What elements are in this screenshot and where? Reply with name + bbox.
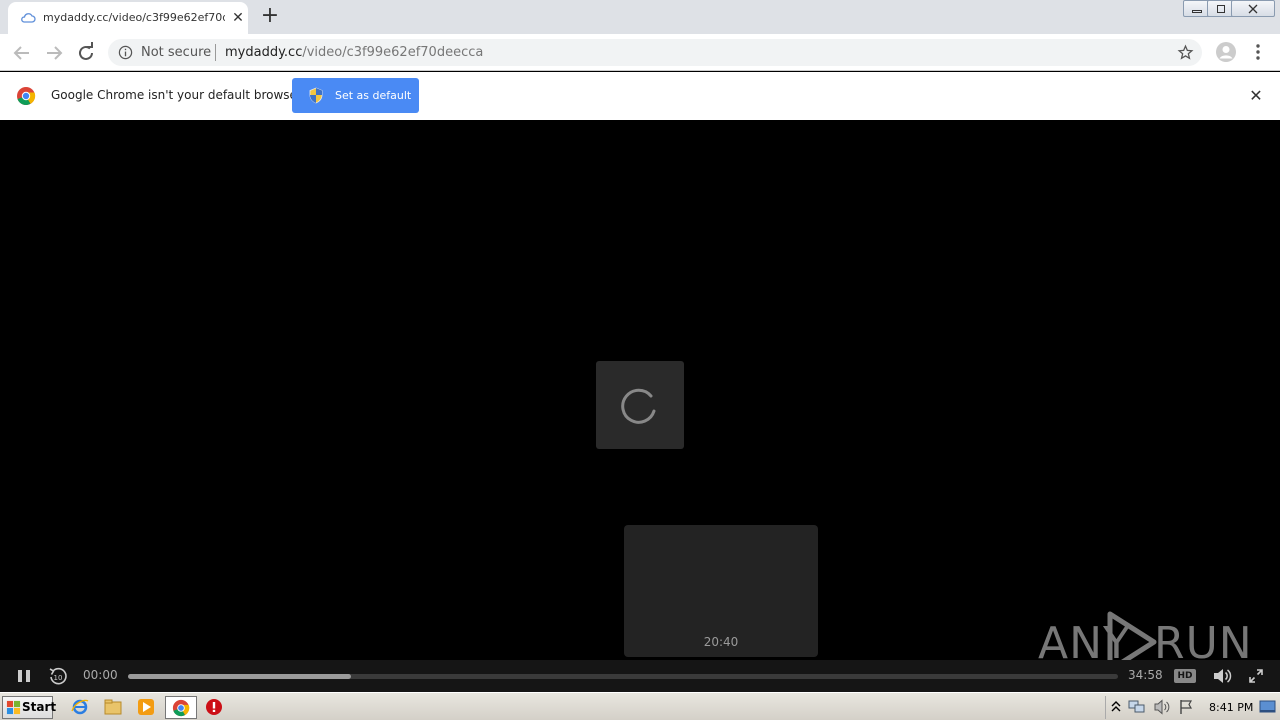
start-label: Start: [22, 700, 57, 714]
seek-bar[interactable]: [128, 674, 1118, 679]
windows-logo-icon: [6, 700, 21, 715]
action-center-flag-icon[interactable]: [1178, 699, 1194, 715]
tab-close-button[interactable]: ✕: [230, 10, 246, 26]
forward-arrow-icon[interactable]: [42, 41, 66, 65]
current-time: 00:00: [83, 668, 118, 682]
tab-title: mydaddy.cc/video/c3f99e62ef70deecca: [43, 11, 225, 24]
network-icon[interactable]: [1128, 699, 1146, 715]
chrome-logo-icon: [17, 87, 36, 106]
seek-preview-thumbnail: 20:40: [624, 525, 818, 657]
info-icon[interactable]: [118, 45, 133, 60]
spinner-icon: [621, 388, 656, 424]
security-status[interactable]: Not secure: [141, 45, 211, 60]
menu-dots-icon[interactable]: [1250, 42, 1266, 62]
svg-text:10: 10: [54, 674, 63, 682]
opera-icon[interactable]: [205, 698, 223, 716]
infobar-message: Google Chrome isn't your default browser: [51, 88, 302, 102]
set-as-default-label: Set as default: [335, 89, 412, 102]
speaker-icon[interactable]: [1153, 699, 1171, 715]
system-tray: [1105, 696, 1280, 719]
pause-icon[interactable]: [16, 669, 32, 683]
internet-explorer-icon[interactable]: [71, 698, 89, 716]
bookmark-star-icon[interactable]: [1177, 44, 1194, 61]
browser-toolbar: Not secure mydaddy.cc/video/c3f99e62ef70…: [0, 34, 1280, 71]
loading-spinner: [596, 361, 684, 449]
video-player[interactable]: 20:40 ANY RUN: [0, 120, 1280, 673]
rewind-10-icon[interactable]: 10: [48, 666, 68, 686]
start-button[interactable]: Start: [2, 696, 57, 719]
explorer-icon[interactable]: [104, 698, 122, 716]
tab-strip: mydaddy.cc/video/c3f99e62ef70deecca ✕ +: [0, 0, 1280, 34]
taskbar-chrome-button[interactable]: [165, 696, 197, 719]
player-controls: 10 00:00 34:58 HD: [0, 660, 1280, 692]
profile-avatar-icon[interactable]: [1215, 41, 1237, 63]
show-desktop-icon[interactable]: [1259, 700, 1276, 714]
restore-icon: [1217, 5, 1225, 13]
windows-taskbar: Start 8:41 PM: [0, 692, 1280, 720]
close-window-button[interactable]: [1231, 0, 1275, 17]
volume-icon[interactable]: [1212, 667, 1232, 685]
address-bar[interactable]: Not secure mydaddy.cc/video/c3f99e62ef70…: [108, 39, 1202, 66]
media-player-icon[interactable]: [137, 698, 155, 716]
uac-shield-icon: [309, 87, 323, 104]
browser-tab[interactable]: mydaddy.cc/video/c3f99e62ef70deecca ✕: [8, 2, 248, 34]
set-as-default-button[interactable]: Set as default: [292, 78, 419, 113]
buffered-progress: [128, 674, 351, 679]
default-browser-infobar: Google Chrome isn't your default browser…: [0, 72, 1280, 120]
duration: 34:58: [1128, 668, 1163, 682]
url-separator: [215, 44, 216, 61]
fullscreen-icon[interactable]: [1248, 668, 1264, 684]
seek-preview-time: 20:40: [703, 635, 739, 649]
minimize-icon: [1192, 10, 1202, 13]
back-arrow-icon[interactable]: [10, 41, 34, 65]
url-text[interactable]: mydaddy.cc/video/c3f99e62ef70deecca: [225, 45, 483, 60]
show-hidden-icons-icon[interactable]: [1111, 700, 1121, 714]
infobar-close-button[interactable]: ✕: [1246, 86, 1266, 106]
close-icon: [1248, 4, 1258, 14]
hd-quality-button[interactable]: HD: [1174, 669, 1196, 683]
taskbar-clock[interactable]: 8:41 PM: [1209, 701, 1253, 714]
cloud-icon: [21, 13, 36, 23]
url-host: mydaddy.cc: [225, 45, 303, 60]
url-path: /video/c3f99e62ef70deecca: [302, 45, 484, 60]
new-tab-button[interactable]: +: [258, 5, 282, 28]
reload-icon[interactable]: [74, 41, 98, 65]
chrome-icon: [172, 699, 190, 717]
